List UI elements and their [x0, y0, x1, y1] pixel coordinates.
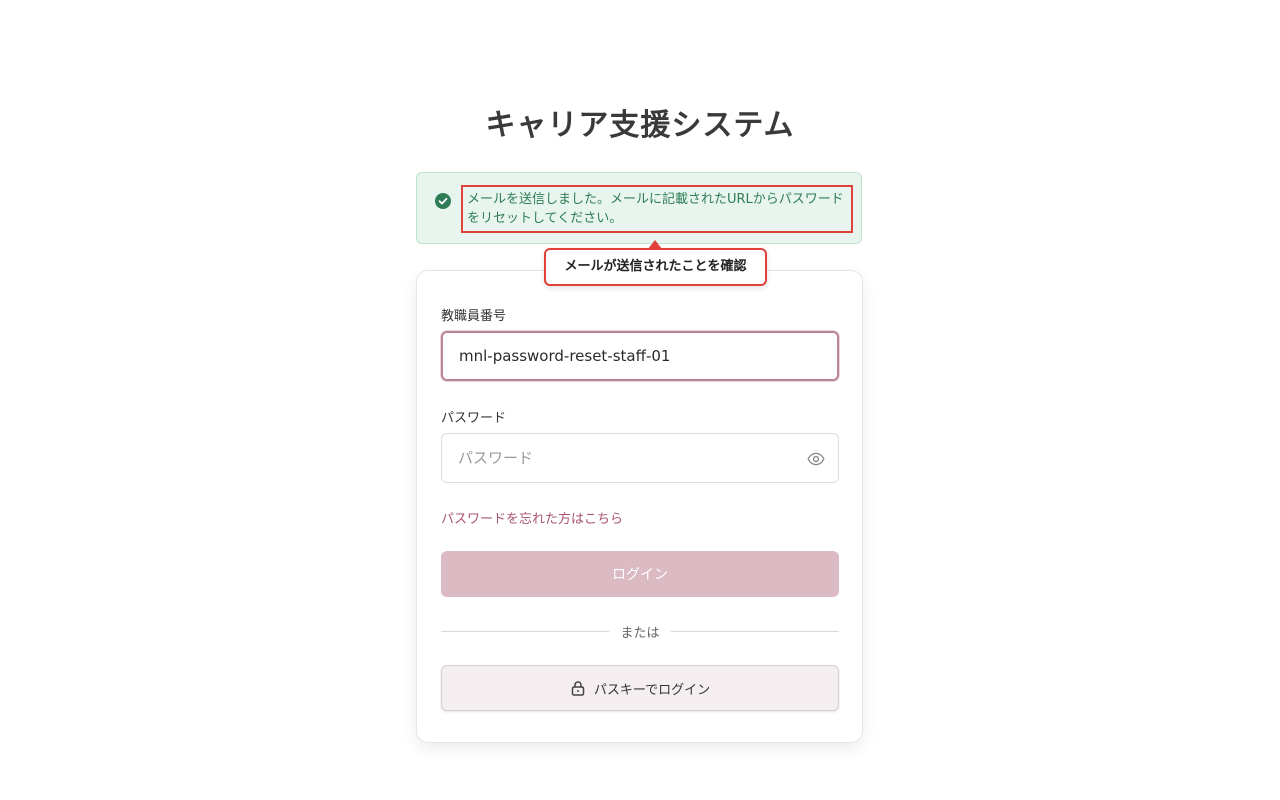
lock-icon	[571, 681, 585, 696]
staff-id-label: 教職員番号	[441, 309, 507, 324]
password-label: パスワード	[441, 411, 507, 426]
success-alert: メールを送信しました。メールに記載されたURLからパスワードをリセットしてくださ…	[416, 172, 862, 244]
staff-id-input[interactable]	[441, 331, 839, 381]
tooltip-arrow	[648, 240, 662, 249]
passkey-button-label: パスキーでログイン	[593, 682, 711, 698]
check-circle-icon	[435, 193, 451, 209]
login-button[interactable]: ログイン	[441, 551, 839, 597]
alert-message: メールを送信しました。メールに記載されたURLからパスワードをリセットしてくださ…	[461, 185, 853, 233]
or-divider: または	[441, 621, 839, 641]
verification-tooltip: メールが送信されたことを確認	[544, 248, 767, 286]
page-title: キャリア支援システム	[485, 108, 795, 143]
passkey-login-button[interactable]: パスキーでログイン	[441, 665, 839, 711]
forgot-password-link[interactable]: パスワードを忘れた方はこちら	[441, 508, 623, 527]
eye-icon[interactable]	[807, 450, 825, 468]
divider-line-right	[671, 631, 839, 632]
password-input[interactable]	[441, 433, 839, 483]
login-card: 教職員番号 パスワード パスワードを忘れた方はこちら ログイン または パスキー…	[416, 270, 863, 743]
login-page: キャリア支援システム メールを送信しました。メールに記載されたURLからパスワー…	[0, 0, 1280, 800]
